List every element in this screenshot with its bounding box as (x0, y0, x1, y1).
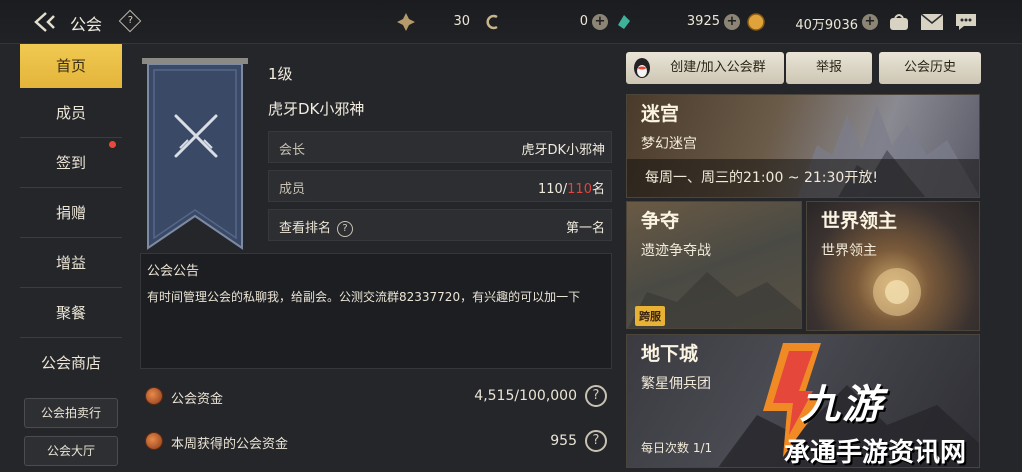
guild-history-button[interactable]: 公会历史 (879, 52, 981, 84)
sidebar-item-feast[interactable]: 聚餐 (20, 288, 122, 338)
maze-subtitle: 梦幻迷宫 (641, 136, 697, 152)
currency-c-icon (486, 14, 498, 30)
chat-icon[interactable] (954, 12, 978, 32)
maze-title: 迷宫 (641, 103, 680, 125)
guild-banner-icon (142, 58, 248, 250)
sidebar-item-members[interactable]: 成员 (20, 88, 122, 138)
watermark-brand: 九游 (800, 382, 884, 428)
guild-notice: 公会公告 有时间管理公会的私聊我，给副会。公测交流群82337720，有兴趣的可… (140, 253, 612, 369)
dungeon-title: 地下城 (641, 343, 699, 365)
weekly-fund-label: 本周获得的公会资金 (171, 437, 289, 452)
rank-help-icon[interactable]: ? (337, 220, 354, 237)
fund-help-icon[interactable]: ? (585, 385, 607, 407)
notice-text: 有时间管理公会的私聊我，给副会。公测交流群82337720，有兴趣的可以加一下 (147, 290, 581, 304)
dungeon-daily-count: 每日次数 1/1 (641, 441, 713, 455)
weekly-help-icon[interactable]: ? (585, 430, 607, 452)
add-resource-3-button[interactable]: + (724, 14, 740, 30)
report-button[interactable]: 举报 (786, 52, 872, 84)
cross-server-tag: 跨服 (635, 306, 665, 326)
boss-title: 世界领主 (821, 210, 898, 232)
help-icon[interactable]: ? (118, 9, 142, 33)
auction-house-button[interactable]: 公会拍卖行 (24, 398, 118, 428)
world-boss-panel[interactable]: 世界领主 世界领主 (806, 201, 980, 331)
page-title: 公会 (70, 15, 103, 34)
notice-title: 公会公告 (147, 264, 200, 279)
resource-value-4: 40万9036 (795, 18, 858, 33)
boss-art-icon (873, 268, 921, 316)
badge-icon (397, 13, 415, 31)
fund-coin-icon (145, 387, 163, 405)
resource-value-2: 0 (579, 14, 588, 29)
top-bar: 公会 ? 30 0 + 3925 + 40万9036 + (0, 0, 1022, 44)
weekly-coin-icon (145, 432, 163, 450)
back-arrow-icon[interactable] (34, 11, 62, 33)
gold-coin-icon (747, 13, 765, 31)
leader-value: 虎牙DK小邪神 (521, 143, 605, 158)
sidebar-item-checkin[interactable]: 签到 (20, 138, 122, 188)
contest-title: 争夺 (641, 210, 680, 232)
guild-level: 1级 (268, 65, 293, 83)
resource-value-1: 30 (453, 14, 470, 29)
mail-icon[interactable] (920, 13, 944, 31)
notification-dot (109, 141, 116, 148)
contest-subtitle: 遗迹争夺战 (641, 243, 711, 259)
members-row: 成员 110/110名 (268, 170, 612, 202)
fund-value: 4,515/100,000 (474, 388, 577, 404)
fund-label: 公会资金 (171, 392, 224, 407)
sidebar-item-donate[interactable]: 捐赠 (20, 188, 122, 238)
leader-row: 会长 虎牙DK小邪神 (268, 131, 612, 163)
join-group-button[interactable]: 创建/加入公会群 (626, 52, 784, 84)
guild-name: 虎牙DK小邪神 (268, 100, 365, 118)
dungeon-subtitle: 繁星佣兵团 (641, 376, 711, 392)
boss-subtitle: 世界领主 (821, 243, 877, 259)
add-resource-4-button[interactable]: + (862, 14, 878, 30)
resource-value-3: 3925 (686, 14, 720, 29)
members-label: 成员 (279, 182, 306, 197)
weekly-fund-value: 955 (550, 433, 577, 449)
leader-label: 会长 (279, 143, 306, 158)
maze-schedule: 每周一、周三的21:00 ~ 21:30开放! (645, 170, 878, 186)
gem-icon (618, 15, 630, 29)
maze-panel[interactable]: 迷宫 梦幻迷宫 每周一、周三的21:00 ~ 21:30开放! (626, 94, 980, 198)
contest-panel[interactable]: 争夺 遗迹争夺战 跨服 (626, 201, 802, 329)
qq-penguin-icon (634, 58, 650, 78)
sidebar-item-buff[interactable]: 增益 (20, 238, 122, 288)
weekly-fund-row: 本周获得的公会资金 955 ? (145, 428, 613, 456)
members-max: 110 (567, 182, 592, 197)
bag-icon[interactable] (887, 11, 911, 33)
members-value: 110/110名 (537, 182, 605, 197)
add-resource-2-button[interactable]: + (592, 14, 608, 30)
rank-row[interactable]: 查看排名? 第一名 (268, 209, 612, 241)
sidebar-item-shop[interactable]: 公会商店 (20, 338, 122, 388)
watermark-subtitle: 承通手游资讯网 (784, 438, 967, 468)
rank-value: 第一名 (565, 221, 605, 236)
sidebar-item-home[interactable]: 首页 (20, 44, 122, 88)
rank-label: 查看排名? (279, 217, 354, 237)
guild-hall-button[interactable]: 公会大厅 (24, 436, 118, 466)
guild-fund-row: 公会资金 4,515/100,000 ? (145, 383, 613, 411)
